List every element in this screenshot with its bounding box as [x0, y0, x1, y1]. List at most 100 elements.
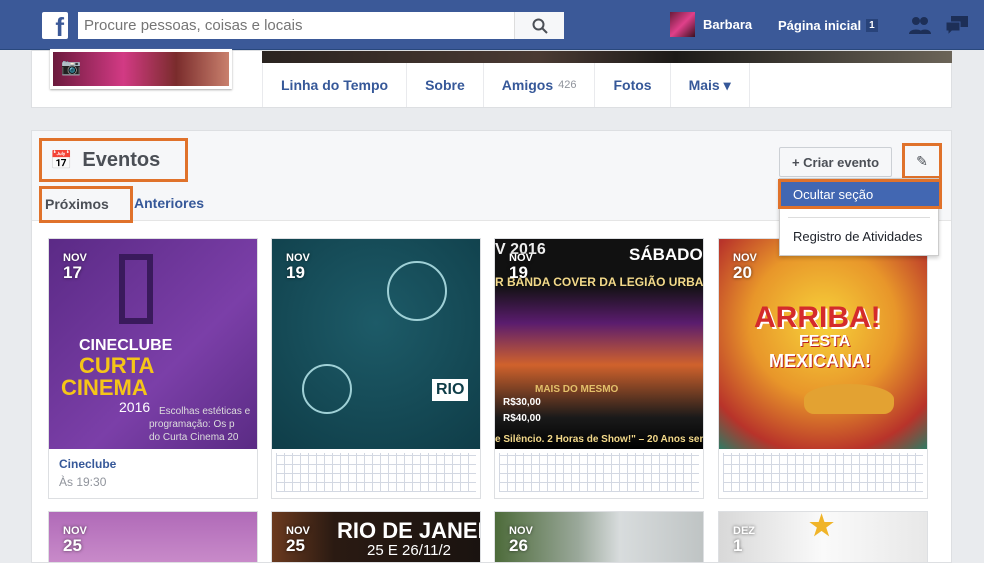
search-box — [78, 12, 564, 39]
sombrero-icon — [804, 384, 894, 414]
menu-activity-log[interactable]: Registro de Atividades — [793, 229, 922, 244]
event-info: Cineclube Às 19:30 — [49, 449, 257, 498]
facebook-logo-icon[interactable]: f — [42, 12, 68, 39]
event-day: 1 — [733, 536, 743, 555]
poster-text: RIO — [432, 379, 469, 401]
poster-circle — [302, 364, 352, 414]
poster-text: MAIS DO MESMO — [535, 384, 619, 395]
event-card[interactable]: CINECLUBE CURTA CINEMA 2016 Escolhas est… — [48, 238, 258, 499]
poster-text: ARRIBA! — [754, 301, 881, 334]
event-image[interactable]: CINECLUBE CURTA CINEMA 2016 Escolhas est… — [49, 239, 257, 449]
poster-text: 25 E 26/11/2 — [367, 542, 451, 559]
event-image[interactable]: V 2016 SÁBADO R BANDA COVER DA LEGIÃO UR… — [495, 239, 703, 449]
cover-photo[interactable] — [262, 51, 952, 63]
event-date: DEZ 1 — [733, 526, 755, 555]
messages-icon[interactable] — [945, 14, 969, 36]
edit-section-button[interactable]: ✎ — [902, 143, 942, 179]
poster-text: 2016 — [119, 399, 151, 415]
poster-text: RIO DE JANEIR — [337, 518, 480, 543]
poster-text: R$30,00 — [503, 397, 541, 408]
poster-text: SÁBADO — [629, 245, 703, 264]
event-day: 25 — [63, 536, 82, 555]
user-profile-link[interactable]: Barbara — [670, 12, 752, 37]
profile-nav: Linha do Tempo Sobre Amigos 426 Fotos Mai… — [262, 63, 750, 107]
event-date: NOV 19 — [509, 253, 533, 282]
poster-text: do Curta Cinema 20 — [149, 432, 239, 443]
event-date: NOV 19 — [286, 253, 310, 282]
menu-divider — [788, 217, 930, 218]
nav-timeline[interactable]: Linha do Tempo — [262, 63, 406, 107]
event-image[interactable]: NOV 25 — [49, 512, 257, 562]
event-day: 25 — [286, 536, 305, 555]
tab-upcoming[interactable]: Próximos — [39, 186, 133, 223]
event-card[interactable]: RIO DE JANEIR 25 E 26/11/2 NOV25 — [271, 511, 481, 563]
friends-count: 426 — [558, 79, 577, 91]
event-date: NOV 26 — [509, 526, 533, 555]
nav-label: Mais ▾ — [688, 76, 731, 93]
event-day: 26 — [509, 536, 528, 555]
loading-placeholder — [276, 453, 476, 492]
poster-text: FESTA — [799, 333, 851, 350]
home-link[interactable]: Página inicial 1 — [778, 18, 878, 33]
home-count-badge: 1 — [866, 19, 878, 32]
loading-placeholder — [723, 453, 923, 492]
event-image[interactable]: RIO NOV 19 — [272, 239, 480, 449]
poster-circle — [387, 261, 447, 321]
event-day: 20 — [733, 263, 752, 282]
user-name: Barbara — [703, 17, 753, 32]
poster-text: R$40,00 — [503, 413, 541, 424]
home-label: Página inicial — [778, 18, 862, 33]
nav-about[interactable]: Sobre — [406, 63, 483, 107]
profile-picture[interactable]: 📷 — [50, 49, 232, 89]
friend-requests-icon[interactable] — [908, 14, 932, 36]
event-day: 19 — [509, 263, 528, 282]
events-section: 📅 Eventos Próximos Anteriores + Criar eve… — [31, 130, 952, 563]
search-icon — [532, 18, 548, 34]
poster-text: MEXICANA! — [769, 351, 871, 371]
poster-text: Escolhas estéticas e — [159, 406, 251, 417]
event-info-placeholder — [495, 449, 703, 498]
event-day: 17 — [63, 263, 82, 282]
tab-past[interactable]: Anteriores — [134, 195, 204, 211]
camera-icon[interactable]: 📷 — [61, 57, 81, 77]
menu-hide-section[interactable]: Ocultar seção — [778, 179, 942, 209]
nav-more[interactable]: Mais ▾ — [669, 63, 750, 107]
event-date: NOV 25 — [63, 526, 87, 555]
avatar — [670, 12, 695, 37]
event-card[interactable]: RIO NOV 19 — [271, 238, 481, 499]
event-date: NOV 17 — [63, 253, 87, 282]
poster-text: e Silêncio. 2 Horas de Show!" – 20 Anos … — [495, 434, 703, 445]
event-card[interactable]: V 2016 SÁBADO R BANDA COVER DA LEGIÃO UR… — [494, 238, 704, 499]
nav-photos[interactable]: Fotos — [594, 63, 669, 107]
event-name[interactable]: Cineclube — [59, 457, 247, 471]
events-title: 📅 Eventos — [39, 138, 188, 182]
event-card[interactable]: NOV 25 — [48, 511, 258, 563]
top-bar: f Barbara Página inicial 1 — [0, 0, 984, 50]
search-button[interactable] — [514, 12, 564, 39]
pencil-icon: ✎ — [916, 152, 928, 169]
event-image[interactable]: RIO DE JANEIR 25 E 26/11/2 NOV25 — [272, 512, 480, 562]
nav-label: Amigos — [501, 77, 554, 93]
profile-header: 📷 Linha do Tempo Sobre Amigos 426 Fotos M… — [31, 49, 952, 108]
create-event-button[interactable]: + Criar evento — [779, 147, 892, 177]
event-card[interactable]: ARRIBA! FESTA MEXICANA! NOV 20 — [718, 238, 928, 499]
events-title-text: Eventos — [82, 148, 161, 171]
poster-logo — [119, 254, 153, 324]
event-image[interactable]: NOV 26 — [495, 512, 703, 562]
nav-friends[interactable]: Amigos 426 — [482, 63, 595, 107]
event-card[interactable]: ★ DEZ 1 — [718, 511, 928, 563]
poster-text: CINEMA — [61, 375, 148, 400]
nav-label: Linha do Tempo — [281, 77, 389, 93]
event-day: 19 — [286, 263, 305, 282]
event-card[interactable]: NOV 26 — [494, 511, 704, 563]
star-icon: ★ — [809, 512, 835, 541]
poster-text: programação: Os p — [149, 419, 235, 430]
calendar-icon: 📅 — [50, 149, 73, 170]
search-input[interactable] — [78, 12, 514, 39]
event-info-placeholder — [272, 449, 480, 498]
nav-label: Sobre — [425, 77, 465, 93]
event-date: NOV 25 — [286, 526, 310, 555]
event-image[interactable]: ARRIBA! FESTA MEXICANA! NOV 20 — [719, 239, 927, 449]
event-image[interactable]: ★ DEZ 1 — [719, 512, 927, 562]
loading-placeholder — [499, 453, 699, 492]
